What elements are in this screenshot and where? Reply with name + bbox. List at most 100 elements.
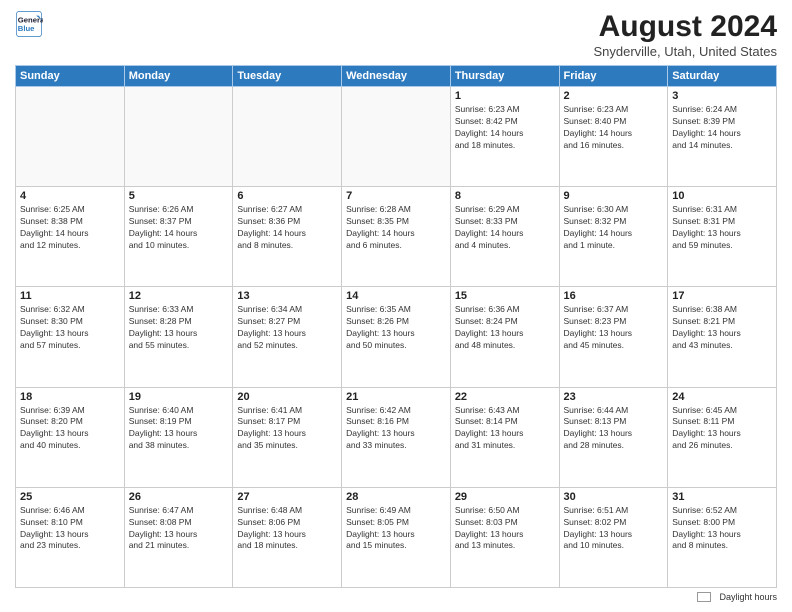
calendar-cell	[124, 87, 233, 187]
day-info: Sunrise: 6:26 AM Sunset: 8:37 PM Dayligh…	[129, 204, 229, 252]
day-number: 21	[346, 391, 446, 403]
calendar-week-3: 18 Sunrise: 6:39 AM Sunset: 8:20 PM Dayli…	[16, 387, 777, 487]
day-number: 8	[455, 190, 555, 202]
header: General Blue August 2024 Snyderville, Ut…	[15, 10, 777, 59]
day-info: Sunrise: 6:52 AM Sunset: 8:00 PM Dayligh…	[672, 505, 772, 553]
day-number: 15	[455, 290, 555, 302]
day-number: 26	[129, 491, 229, 503]
day-number: 25	[20, 491, 120, 503]
svg-text:Blue: Blue	[18, 24, 35, 33]
day-info: Sunrise: 6:47 AM Sunset: 8:08 PM Dayligh…	[129, 505, 229, 553]
day-number: 7	[346, 190, 446, 202]
day-info: Sunrise: 6:39 AM Sunset: 8:20 PM Dayligh…	[20, 405, 120, 453]
day-info: Sunrise: 6:24 AM Sunset: 8:39 PM Dayligh…	[672, 104, 772, 152]
calendar-cell: 15 Sunrise: 6:36 AM Sunset: 8:24 PM Dayli…	[450, 287, 559, 387]
calendar-week-1: 4 Sunrise: 6:25 AM Sunset: 8:38 PM Daylig…	[16, 187, 777, 287]
title-block: August 2024 Snyderville, Utah, United St…	[593, 10, 777, 59]
calendar-header-thursday: Thursday	[450, 66, 559, 87]
calendar-header-sunday: Sunday	[16, 66, 125, 87]
day-number: 14	[346, 290, 446, 302]
calendar-header-saturday: Saturday	[668, 66, 777, 87]
day-info: Sunrise: 6:29 AM Sunset: 8:33 PM Dayligh…	[455, 204, 555, 252]
day-number: 28	[346, 491, 446, 503]
day-number: 4	[20, 190, 120, 202]
calendar-cell: 25 Sunrise: 6:46 AM Sunset: 8:10 PM Dayli…	[16, 487, 125, 587]
calendar-cell: 13 Sunrise: 6:34 AM Sunset: 8:27 PM Dayli…	[233, 287, 342, 387]
day-number: 9	[564, 190, 664, 202]
calendar-cell: 5 Sunrise: 6:26 AM Sunset: 8:37 PM Daylig…	[124, 187, 233, 287]
day-number: 30	[564, 491, 664, 503]
calendar-header-row: SundayMondayTuesdayWednesdayThursdayFrid…	[16, 66, 777, 87]
day-number: 23	[564, 391, 664, 403]
main-title: August 2024	[593, 10, 777, 44]
calendar-cell: 10Sunrise: 6:31 AM Sunset: 8:31 PM Dayli…	[668, 187, 777, 287]
calendar-cell: 26 Sunrise: 6:47 AM Sunset: 8:08 PM Dayli…	[124, 487, 233, 587]
calendar-cell: 30 Sunrise: 6:51 AM Sunset: 8:02 PM Dayli…	[559, 487, 668, 587]
page: General Blue August 2024 Snyderville, Ut…	[0, 0, 792, 612]
day-number: 5	[129, 190, 229, 202]
day-number: 13	[237, 290, 337, 302]
calendar-cell: 24Sunrise: 6:45 AM Sunset: 8:11 PM Dayli…	[668, 387, 777, 487]
calendar-week-4: 25 Sunrise: 6:46 AM Sunset: 8:10 PM Dayli…	[16, 487, 777, 587]
day-number: 16	[564, 290, 664, 302]
day-number: 22	[455, 391, 555, 403]
day-info: Sunrise: 6:23 AM Sunset: 8:40 PM Dayligh…	[564, 104, 664, 152]
day-info: Sunrise: 6:40 AM Sunset: 8:19 PM Dayligh…	[129, 405, 229, 453]
calendar-cell: 6 Sunrise: 6:27 AM Sunset: 8:36 PM Daylig…	[233, 187, 342, 287]
calendar-header-friday: Friday	[559, 66, 668, 87]
day-info: Sunrise: 6:49 AM Sunset: 8:05 PM Dayligh…	[346, 505, 446, 553]
calendar-cell	[342, 87, 451, 187]
calendar-week-2: 11Sunrise: 6:32 AM Sunset: 8:30 PM Dayli…	[16, 287, 777, 387]
calendar-header-tuesday: Tuesday	[233, 66, 342, 87]
day-info: Sunrise: 6:42 AM Sunset: 8:16 PM Dayligh…	[346, 405, 446, 453]
calendar-cell: 2 Sunrise: 6:23 AM Sunset: 8:40 PM Daylig…	[559, 87, 668, 187]
day-info: Sunrise: 6:31 AM Sunset: 8:31 PM Dayligh…	[672, 204, 772, 252]
calendar-cell: 28 Sunrise: 6:49 AM Sunset: 8:05 PM Dayli…	[342, 487, 451, 587]
calendar-cell: 14 Sunrise: 6:35 AM Sunset: 8:26 PM Dayli…	[342, 287, 451, 387]
calendar-header-monday: Monday	[124, 66, 233, 87]
day-number: 17	[672, 290, 772, 302]
day-info: Sunrise: 6:34 AM Sunset: 8:27 PM Dayligh…	[237, 304, 337, 352]
calendar-cell: 11Sunrise: 6:32 AM Sunset: 8:30 PM Dayli…	[16, 287, 125, 387]
legend-box	[697, 592, 711, 602]
day-number: 31	[672, 491, 772, 503]
day-info: Sunrise: 6:36 AM Sunset: 8:24 PM Dayligh…	[455, 304, 555, 352]
calendar-cell: 29 Sunrise: 6:50 AM Sunset: 8:03 PM Dayli…	[450, 487, 559, 587]
day-info: Sunrise: 6:43 AM Sunset: 8:14 PM Dayligh…	[455, 405, 555, 453]
day-info: Sunrise: 6:37 AM Sunset: 8:23 PM Dayligh…	[564, 304, 664, 352]
calendar-cell: 22 Sunrise: 6:43 AM Sunset: 8:14 PM Dayli…	[450, 387, 559, 487]
calendar-cell	[16, 87, 125, 187]
day-number: 2	[564, 90, 664, 102]
calendar-cell: 3Sunrise: 6:24 AM Sunset: 8:39 PM Daylig…	[668, 87, 777, 187]
day-info: Sunrise: 6:44 AM Sunset: 8:13 PM Dayligh…	[564, 405, 664, 453]
day-number: 24	[672, 391, 772, 403]
day-info: Sunrise: 6:23 AM Sunset: 8:42 PM Dayligh…	[455, 104, 555, 152]
day-info: Sunrise: 6:30 AM Sunset: 8:32 PM Dayligh…	[564, 204, 664, 252]
calendar-cell: 21 Sunrise: 6:42 AM Sunset: 8:16 PM Dayli…	[342, 387, 451, 487]
day-info: Sunrise: 6:41 AM Sunset: 8:17 PM Dayligh…	[237, 405, 337, 453]
day-number: 1	[455, 90, 555, 102]
day-info: Sunrise: 6:51 AM Sunset: 8:02 PM Dayligh…	[564, 505, 664, 553]
logo-icon: General Blue	[15, 10, 43, 38]
logo: General Blue	[15, 10, 43, 38]
calendar-cell: 1 Sunrise: 6:23 AM Sunset: 8:42 PM Daylig…	[450, 87, 559, 187]
day-info: Sunrise: 6:25 AM Sunset: 8:38 PM Dayligh…	[20, 204, 120, 252]
day-info: Sunrise: 6:27 AM Sunset: 8:36 PM Dayligh…	[237, 204, 337, 252]
day-number: 20	[237, 391, 337, 403]
calendar-cell: 8 Sunrise: 6:29 AM Sunset: 8:33 PM Daylig…	[450, 187, 559, 287]
day-number: 6	[237, 190, 337, 202]
day-info: Sunrise: 6:38 AM Sunset: 8:21 PM Dayligh…	[672, 304, 772, 352]
calendar-table: SundayMondayTuesdayWednesdayThursdayFrid…	[15, 65, 777, 588]
day-number: 18	[20, 391, 120, 403]
calendar-cell: 18 Sunrise: 6:39 AM Sunset: 8:20 PM Dayli…	[16, 387, 125, 487]
day-number: 19	[129, 391, 229, 403]
day-info: Sunrise: 6:35 AM Sunset: 8:26 PM Dayligh…	[346, 304, 446, 352]
day-info: Sunrise: 6:28 AM Sunset: 8:35 PM Dayligh…	[346, 204, 446, 252]
day-info: Sunrise: 6:33 AM Sunset: 8:28 PM Dayligh…	[129, 304, 229, 352]
day-info: Sunrise: 6:46 AM Sunset: 8:10 PM Dayligh…	[20, 505, 120, 553]
subtitle: Snyderville, Utah, United States	[593, 44, 777, 59]
calendar-cell: 7 Sunrise: 6:28 AM Sunset: 8:35 PM Daylig…	[342, 187, 451, 287]
day-info: Sunrise: 6:50 AM Sunset: 8:03 PM Dayligh…	[455, 505, 555, 553]
calendar-cell: 31 Sunrise: 6:52 AM Sunset: 8:00 PM Dayli…	[668, 487, 777, 587]
day-number: 29	[455, 491, 555, 503]
